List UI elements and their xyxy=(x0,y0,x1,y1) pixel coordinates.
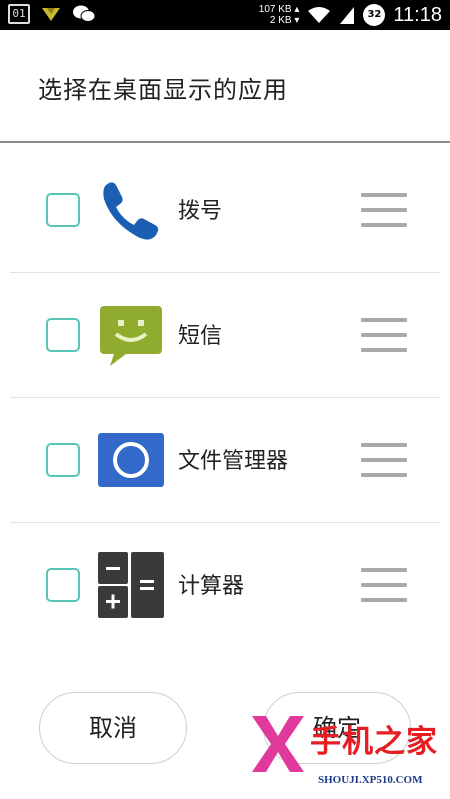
app-row-file-manager[interactable]: 文件管理器 xyxy=(0,398,450,523)
drag-handle-icon[interactable] xyxy=(361,318,407,352)
network-speed: 107 KB ▴ 2 KB ▾ xyxy=(258,4,300,26)
watermark: XP 手机之家 SHOUJI.XP510.COM xyxy=(252,710,450,799)
app-row-calculator[interactable]: 计算器 xyxy=(0,523,450,648)
drag-handle-icon[interactable] xyxy=(361,443,407,477)
signal-icon xyxy=(340,7,355,24)
app-checkbox[interactable] xyxy=(46,568,80,602)
sms-icon xyxy=(100,306,162,366)
wifi-icon xyxy=(308,7,331,23)
select-apps-dialog: 选择在桌面显示的应用 拨号 短信 文件管理器 计算器 取消 确定 xyxy=(0,30,450,799)
app-label: 文件管理器 xyxy=(178,449,289,474)
app-checkbox[interactable] xyxy=(46,193,80,227)
app-label: 计算器 xyxy=(178,574,245,599)
wechat-icon xyxy=(73,5,96,22)
app-row-phone[interactable]: 拨号 xyxy=(0,148,450,273)
download-icon xyxy=(42,8,60,21)
svg-text:XP: XP xyxy=(279,767,281,769)
app-checkbox[interactable] xyxy=(46,318,80,352)
app-checkbox[interactable] xyxy=(46,443,80,477)
xp-logo: XP xyxy=(252,716,304,772)
calculator-icon xyxy=(98,552,164,618)
app-label: 拨号 xyxy=(178,199,223,224)
status-bar: 01 107 KB ▴ 2 KB ▾ 32 11:18 xyxy=(0,0,450,30)
clock: 11:18 xyxy=(393,3,442,26)
calendar-icon: 01 xyxy=(8,4,30,24)
app-row-sms[interactable]: 短信 xyxy=(0,273,450,398)
file-manager-icon xyxy=(98,433,164,487)
battery-icon: 32 xyxy=(363,4,386,26)
watermark-url: SHOUJI.XP510.COM xyxy=(318,774,423,786)
drag-handle-icon[interactable] xyxy=(361,568,407,602)
phone-icon xyxy=(103,182,159,240)
drag-handle-icon[interactable] xyxy=(361,193,407,227)
dialog-title: 选择在桌面显示的应用 xyxy=(38,76,288,104)
title-divider xyxy=(0,141,450,143)
app-label: 短信 xyxy=(178,324,223,349)
watermark-brand: 手机之家 xyxy=(310,724,438,760)
cancel-button[interactable]: 取消 xyxy=(39,692,187,764)
